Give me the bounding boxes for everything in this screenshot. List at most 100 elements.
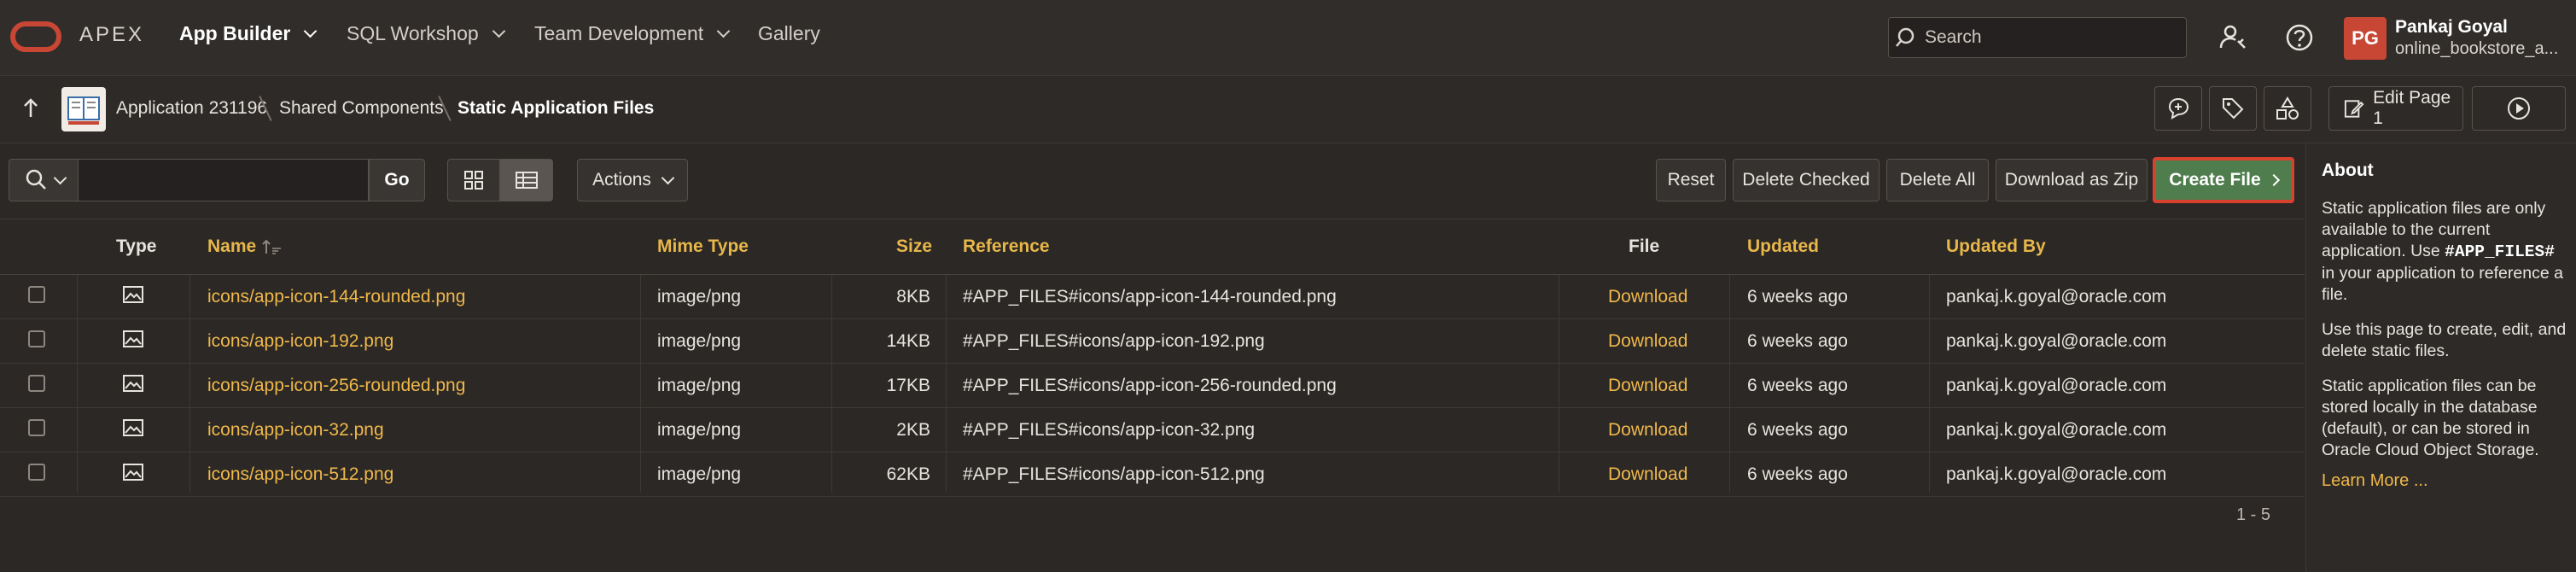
oracle-logo-icon[interactable] — [10, 21, 61, 52]
shapes-icon — [2276, 96, 2299, 120]
nav-team-development-label: Team Development — [534, 22, 704, 44]
breadcrumb-shared-components[interactable]: Shared Components — [279, 98, 444, 119]
table-header-row: Type Name Mime Type Size Reference File … — [0, 219, 2305, 275]
updated-by-cell: pankaj.k.goyal@oracle.com — [1946, 376, 2167, 395]
updated-by-cell: pankaj.k.goyal@oracle.com — [1946, 420, 2167, 440]
download-link[interactable]: Download — [1608, 331, 1687, 352]
nav-sql-workshop-label: SQL Workshop — [347, 22, 479, 44]
column-header-file[interactable]: File — [1629, 236, 1659, 257]
size-cell: 14KB — [886, 331, 930, 351]
run-page-button[interactable] — [2472, 86, 2566, 131]
go-button[interactable]: Go — [369, 159, 425, 201]
avatar[interactable]: PG — [2344, 17, 2387, 60]
icon-view-button[interactable] — [447, 159, 500, 201]
comment-add-icon — [2168, 97, 2189, 120]
updated-cell: 6 weeks ago — [1747, 376, 1848, 395]
arrow-up-icon[interactable] — [19, 96, 43, 120]
download-link[interactable]: Download — [1608, 376, 1687, 396]
image-file-icon — [123, 375, 143, 392]
file-name-link[interactable]: icons/app-icon-144-rounded.png — [207, 287, 465, 307]
file-name-link[interactable]: icons/app-icon-192.png — [207, 331, 393, 352]
shared-components-button[interactable] — [2264, 86, 2311, 131]
apex-brand[interactable]: APEX — [79, 23, 144, 47]
reference-cell: #APP_FILES#icons/app-icon-32.png — [963, 420, 1256, 440]
table-row: icons/app-icon-256-rounded.png image/png… — [0, 364, 2305, 408]
page-title: Static Application Files — [458, 98, 655, 118]
mime-type-cell: image/png — [657, 287, 742, 306]
reference-cell: #APP_FILES#icons/app-icon-256-rounded.pn… — [963, 376, 1337, 395]
download-link[interactable]: Download — [1608, 287, 1687, 307]
column-header-mime-type[interactable]: Mime Type — [657, 236, 749, 257]
developer-comments-button[interactable] — [2154, 86, 2202, 131]
report-toolbar: Go Actions Reset Delete Checked Delete A… — [0, 143, 2305, 219]
sort-ascending-icon — [262, 240, 282, 255]
updated-by-cell: pankaj.k.goyal@oracle.com — [1946, 331, 2167, 351]
size-cell: 8KB — [896, 287, 930, 306]
global-search[interactable] — [1888, 17, 2187, 58]
chevron-down-icon — [53, 171, 67, 184]
report-search-input[interactable] — [79, 159, 369, 201]
global-search-input[interactable] — [1923, 26, 2174, 49]
search-column-selector[interactable] — [9, 159, 79, 201]
file-name-link[interactable]: icons/app-icon-256-rounded.png — [207, 376, 465, 396]
column-header-updated-by[interactable]: Updated By — [1946, 236, 2046, 257]
about-p1-text-b: in your application to reference a file. — [2322, 264, 2563, 304]
edit-page-button[interactable]: Edit Page 1 — [2328, 86, 2463, 131]
chevron-down-icon — [661, 171, 675, 184]
create-file-button[interactable]: Create File — [2153, 157, 2294, 203]
pagination-info: 1 - 5 — [2236, 505, 2271, 524]
nav-team-development[interactable]: Team Development — [534, 22, 731, 45]
row-checkbox[interactable] — [28, 286, 45, 303]
mime-type-cell: image/png — [657, 420, 742, 440]
row-checkbox[interactable] — [28, 419, 45, 436]
updated-by-cell: pankaj.k.goyal@oracle.com — [1946, 287, 2167, 306]
nav-gallery[interactable]: Gallery — [758, 22, 820, 45]
column-header-type[interactable]: Type — [116, 236, 156, 257]
nav-app-builder[interactable]: App Builder — [179, 22, 318, 45]
delete-checked-button[interactable]: Delete Checked — [1733, 159, 1880, 201]
column-header-reference[interactable]: Reference — [963, 236, 1050, 257]
report-view-button[interactable] — [500, 159, 553, 201]
file-name-link[interactable]: icons/app-icon-512.png — [207, 464, 393, 485]
help-icon[interactable] — [2282, 20, 2317, 55]
edit-icon — [2344, 100, 2364, 118]
delete-all-button[interactable]: Delete All — [1886, 159, 1989, 201]
column-header-name[interactable]: Name — [207, 236, 283, 257]
image-file-icon — [123, 330, 143, 347]
mime-type-cell: image/png — [657, 376, 742, 395]
static-files-table: Type Name Mime Type Size Reference File … — [0, 219, 2305, 497]
row-checkbox[interactable] — [28, 330, 45, 347]
about-panel: About Static application files are only … — [2305, 143, 2576, 572]
actions-menu-button[interactable]: Actions — [577, 159, 688, 201]
nav-sql-workshop[interactable]: SQL Workshop — [347, 22, 505, 45]
user-settings-icon[interactable] — [2216, 20, 2250, 55]
download-link[interactable]: Download — [1608, 464, 1687, 485]
reference-cell: #APP_FILES#icons/app-icon-192.png — [963, 331, 1265, 351]
download-link[interactable]: Download — [1608, 420, 1687, 441]
image-file-icon — [123, 286, 143, 303]
column-header-updated[interactable]: Updated — [1747, 236, 1819, 257]
play-icon — [2508, 97, 2530, 120]
mime-type-cell: image/png — [657, 331, 742, 351]
application-icon — [61, 87, 106, 131]
row-checkbox[interactable] — [28, 375, 45, 392]
chevron-down-icon — [492, 24, 505, 38]
row-checkbox[interactable] — [28, 464, 45, 481]
download-zip-button[interactable]: Download as Zip — [1996, 159, 2148, 201]
file-name-link[interactable]: icons/app-icon-32.png — [207, 420, 384, 441]
image-file-icon — [123, 419, 143, 436]
size-cell: 2KB — [896, 420, 930, 440]
reset-button[interactable]: Reset — [1656, 159, 1726, 201]
tag-button[interactable] — [2209, 86, 2257, 131]
user-name[interactable]: Pankaj Goyal — [2395, 17, 2508, 38]
column-header-size[interactable]: Size — [896, 236, 932, 257]
learn-more-link[interactable]: Learn More ... — [2322, 471, 2428, 491]
search-icon — [1896, 27, 1915, 47]
search-icon — [26, 169, 46, 190]
nav-gallery-label: Gallery — [758, 22, 820, 44]
user-workspace[interactable]: online_bookstore_a... — [2395, 39, 2566, 59]
reference-cell: #APP_FILES#icons/app-icon-144-rounded.pn… — [963, 287, 1337, 306]
actions-label: Actions — [592, 170, 651, 190]
breadcrumb-application[interactable]: Application 231196 — [116, 98, 267, 119]
chevron-right-icon — [2267, 173, 2280, 187]
